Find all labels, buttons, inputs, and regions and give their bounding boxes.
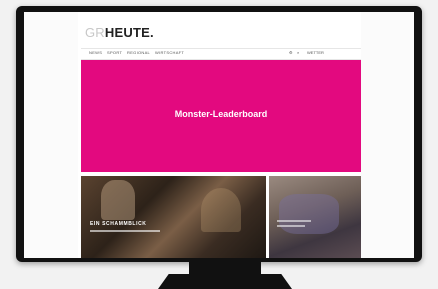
leaderboard-ad-label: Monster-Leaderboard: [174, 109, 268, 119]
teaser-right-title-line: [277, 220, 311, 222]
teaser-article-left[interactable]: EIN SCHAMMBLICK: [81, 176, 266, 258]
search-icon[interactable]: ⌕: [297, 50, 299, 55]
site-logo[interactable]: GRHEUTE.: [85, 25, 154, 40]
logo-main: HEUTE.: [104, 25, 154, 40]
teaser-left-title: EIN SCHAMMBLICK: [90, 221, 147, 227]
nav-item-wirtschaft[interactable]: WIRTSCHAFT: [155, 50, 184, 55]
nav-item-news[interactable]: NEWS: [89, 50, 102, 55]
leaderboard-ad[interactable]: Monster-Leaderboard: [81, 60, 361, 172]
settings-icon[interactable]: ⚙: [289, 50, 293, 55]
monitor-screen: GRHEUTE. NEWS SPORT REGIONAL WIRTSCHAFT …: [24, 12, 414, 258]
teaser-right-subtext-line: [277, 225, 305, 227]
main-navigation: NEWS SPORT REGIONAL WIRTSCHAFT ⚙ ⌕ WETTE…: [81, 48, 361, 60]
nav-item-regional[interactable]: REGIONAL: [127, 50, 150, 55]
teaser-left-subtext: [90, 230, 160, 232]
nav-item-sport[interactable]: SPORT: [107, 50, 122, 55]
website-page: GRHEUTE. NEWS SPORT REGIONAL WIRTSCHAFT …: [78, 12, 361, 258]
nav-item-weather[interactable]: WETTER: [307, 50, 324, 55]
logo-prefix: GR: [85, 25, 105, 40]
teaser-article-right[interactable]: [269, 176, 361, 258]
monitor-stand-base: [158, 274, 292, 289]
monitor-stand-neck: [189, 262, 261, 274]
